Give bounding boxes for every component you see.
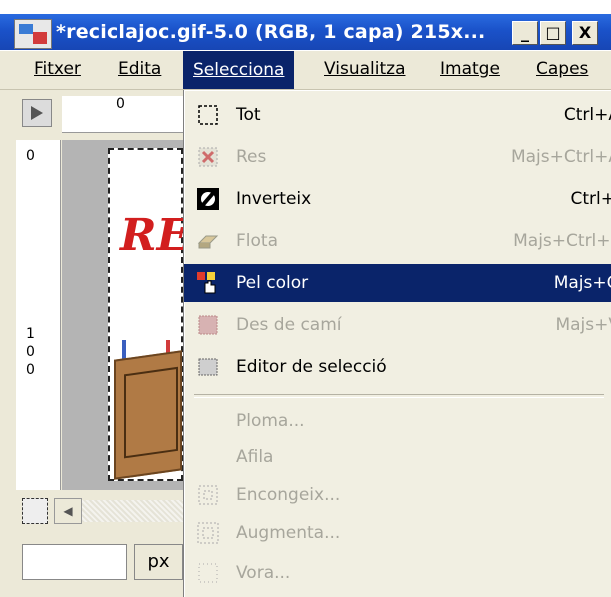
horizontal-scrollbar[interactable]: ◀	[16, 496, 199, 526]
window-title: *reciclajoc.gif-5.0 (RGB, 1 capa) 215x..…	[56, 21, 486, 43]
select-all-icon	[198, 105, 218, 125]
menu-item-pel-color[interactable]: Pel color Majs+O	[184, 264, 611, 302]
menu-separator	[194, 394, 604, 398]
vertical-ruler[interactable]: 0 1 0 0	[16, 140, 61, 490]
by-color-icon	[197, 272, 216, 294]
invert-icon	[197, 188, 219, 210]
ruler-top-zero: 0	[116, 96, 125, 112]
navigation-icon[interactable]	[22, 498, 48, 524]
ruler-left-hundred-digit-2: 0	[26, 344, 35, 360]
app-icon	[14, 19, 52, 49]
from-path-icon	[198, 315, 218, 335]
selecciona-menu: Tot Ctrl+A Res Majs+Ctrl+A Inverteix Ctr…	[183, 90, 611, 597]
minimize-button[interactable]: _	[512, 21, 538, 45]
grow-icon	[197, 522, 219, 544]
menu-item-augmenta[interactable]: Augmenta...	[184, 514, 611, 552]
gimp-image-window: *reciclajoc.gif-5.0 (RGB, 1 capa) 215x..…	[0, 0, 611, 597]
select-none-icon	[198, 147, 218, 167]
shrink-icon	[198, 485, 218, 505]
menu-fitxer[interactable]: Fitxer	[34, 59, 81, 79]
title-bar[interactable]: *reciclajoc.gif-5.0 (RGB, 1 capa) 215x..…	[0, 14, 611, 50]
selection-editor-icon	[198, 358, 218, 376]
menu-item-res[interactable]: Res Majs+Ctrl+A	[184, 138, 611, 176]
unit-selector[interactable]: px	[134, 544, 183, 580]
menu-capes[interactable]: Capes	[536, 59, 588, 79]
ruler-left-zero: 0	[26, 148, 35, 164]
menu-item-afila[interactable]: Afila	[184, 438, 611, 476]
pointer-coordinates-field	[22, 544, 127, 580]
scroll-track[interactable]	[82, 500, 199, 522]
menu-item-des-de-cami[interactable]: Des de camí Majs+V	[184, 306, 611, 344]
scroll-left-button[interactable]: ◀	[54, 498, 82, 524]
logo-text: RE	[120, 210, 191, 261]
maximize-button[interactable]: □	[540, 21, 566, 45]
menu-item-flota[interactable]: Flota Majs+Ctrl+L	[184, 222, 611, 260]
menu-selecciona[interactable]: Selecciona	[183, 51, 295, 89]
menu-item-editor-de-seleccio[interactable]: Editor de selecció	[184, 348, 611, 386]
ruler-left-hundred-digit-1: 1	[26, 326, 35, 342]
image-canvas[interactable]: RE	[108, 148, 190, 481]
menu-item-ploma[interactable]: Ploma...	[184, 402, 611, 440]
menu-item-encongeix[interactable]: Encongeix...	[184, 476, 611, 514]
menu-item-vora[interactable]: Vora...	[184, 554, 611, 592]
ruler-left-hundred-digit-3: 0	[26, 362, 35, 378]
float-icon	[197, 235, 219, 249]
status-bar: px	[16, 536, 183, 584]
menu-bar: Fitxer Edita Selecciona Visualitza Imatg…	[0, 51, 611, 90]
quick-mask-menu-icon[interactable]	[22, 99, 52, 127]
border-icon	[198, 563, 218, 583]
menu-item-inverteix[interactable]: Inverteix Ctrl+I	[184, 180, 611, 218]
menu-edita[interactable]: Edita	[118, 59, 161, 79]
menu-visualitza[interactable]: Visualitza	[324, 59, 405, 79]
image-crate	[114, 350, 182, 480]
menu-item-tot[interactable]: Tot Ctrl+A	[184, 96, 611, 134]
menu-imatge[interactable]: Imatge	[440, 59, 500, 79]
close-button[interactable]: X	[572, 21, 598, 45]
horizontal-ruler[interactable]: 0	[62, 96, 183, 133]
